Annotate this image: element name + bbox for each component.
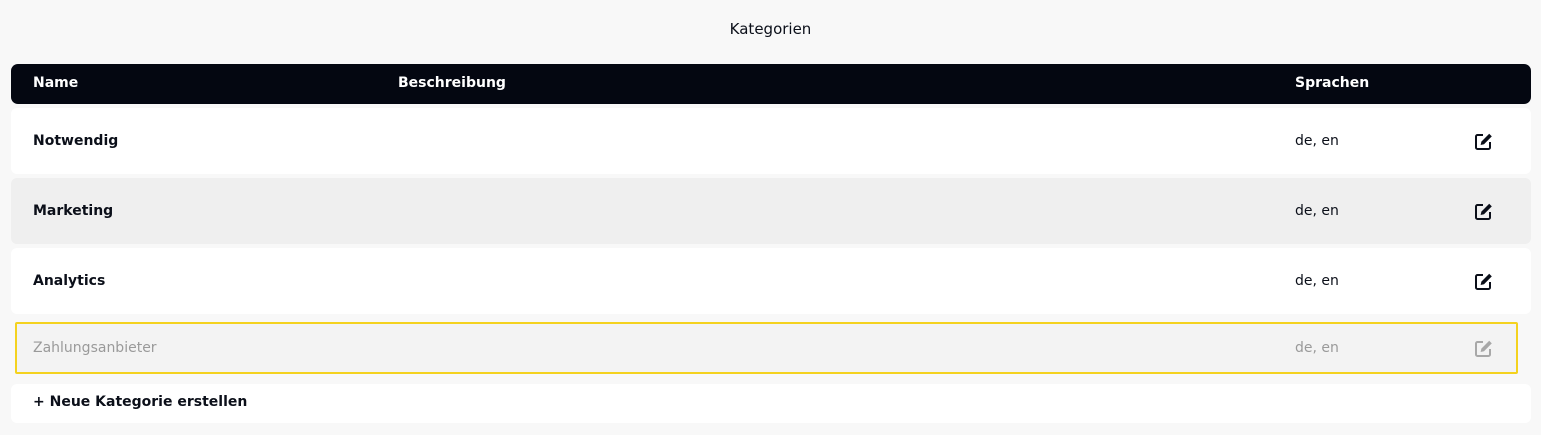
- add-category-button[interactable]: + Neue Kategorie erstellen: [11, 384, 1531, 423]
- row-languages: de, en: [1295, 340, 1339, 356]
- page-title: Kategorien: [729, 20, 812, 38]
- edit-icon: [1475, 273, 1492, 290]
- edit-icon: [1475, 340, 1492, 357]
- edit-button[interactable]: [1473, 272, 1495, 290]
- table-header: Name Beschreibung Sprachen: [11, 64, 1531, 104]
- column-header-description: Beschreibung: [398, 75, 506, 91]
- edit-icon: [1475, 133, 1492, 150]
- row-languages: de, en: [1295, 133, 1339, 149]
- add-category-label: + Neue Kategorie erstellen: [33, 394, 248, 410]
- categories-table: Name Beschreibung Sprachen Notwendig de,…: [11, 64, 1531, 423]
- table-row[interactable]: Marketing de, en: [11, 178, 1531, 244]
- row-languages: de, en: [1295, 273, 1339, 289]
- column-header-name: Name: [33, 75, 79, 91]
- row-name: Notwendig: [33, 133, 119, 149]
- column-header-languages: Sprachen: [1295, 75, 1370, 91]
- edit-button[interactable]: [1473, 202, 1495, 220]
- edit-button[interactable]: [1473, 132, 1495, 150]
- table-row[interactable]: Analytics de, en: [11, 248, 1531, 314]
- row-name: Analytics: [33, 273, 106, 289]
- edit-button[interactable]: [1473, 339, 1495, 357]
- table-row[interactable]: Notwendig de, en: [11, 108, 1531, 174]
- edit-icon: [1475, 203, 1492, 220]
- table-row-selected[interactable]: Zahlungsanbieter de, en: [15, 322, 1518, 374]
- row-name: Marketing: [33, 203, 114, 219]
- row-name: Zahlungsanbieter: [33, 340, 157, 356]
- row-languages: de, en: [1295, 203, 1339, 219]
